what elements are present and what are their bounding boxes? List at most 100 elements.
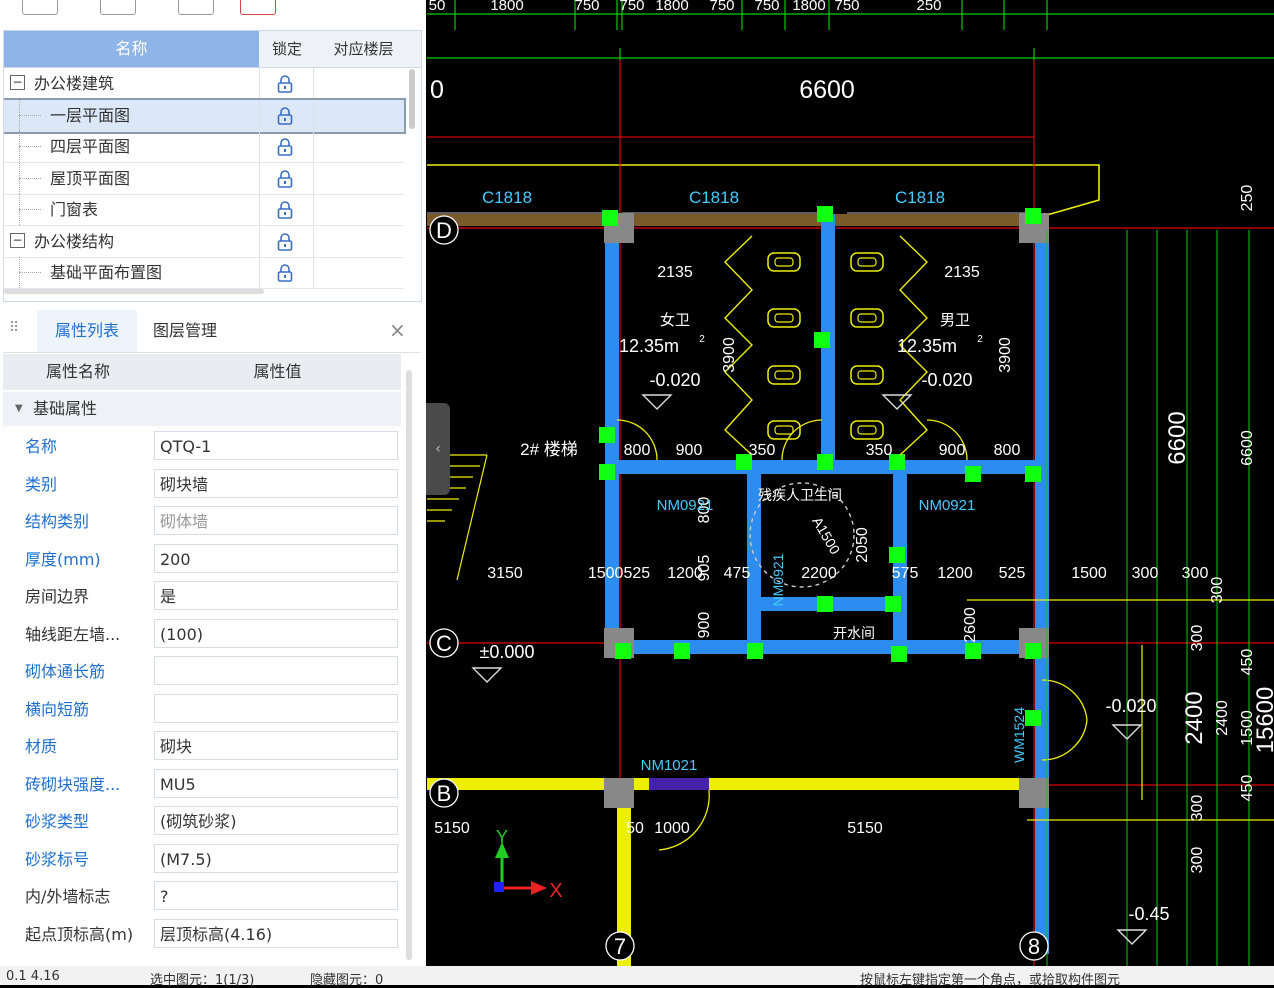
property-value[interactable]: MU5 — [154, 768, 398, 798]
col-prop-value: 属性值 — [253, 362, 302, 381]
lock-icon[interactable] — [275, 232, 295, 252]
axis-origin — [494, 882, 504, 892]
dim-label: 750 — [834, 0, 859, 14]
dim-label: 1800 — [490, 0, 523, 14]
tree-row[interactable]: − 办公楼建筑 — [4, 68, 404, 100]
tree-row-label: 四层平面图 — [50, 137, 131, 156]
dim-label: 750 — [619, 0, 644, 14]
lock-icon[interactable] — [275, 200, 295, 220]
property-value[interactable]: 砌块 — [154, 731, 398, 760]
edit-icon[interactable] — [100, 0, 136, 15]
tree-row-label: 门窗表 — [50, 200, 99, 219]
lock-icon[interactable] — [275, 263, 295, 283]
grip-point — [599, 427, 615, 443]
property-value[interactable] — [154, 693, 398, 723]
status-hidden: 隐藏图元：0 — [310, 973, 384, 988]
lock-icon[interactable] — [275, 106, 295, 126]
property-value[interactable]: ? — [154, 881, 398, 910]
property-value[interactable] — [154, 656, 398, 685]
property-value[interactable]: (砌筑砂浆) — [154, 806, 398, 835]
panel-collapse-tab[interactable]: ‹ — [426, 403, 450, 495]
close-icon[interactable]: × — [389, 318, 406, 342]
property-key: 轴线距左墙... — [25, 624, 121, 644]
tree-row-label: 基础平面布置图 — [50, 263, 163, 282]
property-value[interactable]: 层顶标高(4.16) — [154, 918, 398, 948]
col-name[interactable]: 名称 — [4, 31, 259, 67]
tab-property-list[interactable]: 属性列表 — [37, 310, 137, 352]
delete-icon[interactable] — [240, 0, 276, 15]
tree-row[interactable]: 一层平面图 — [4, 97, 406, 134]
tree-row[interactable]: 四层平面图 — [4, 131, 404, 163]
tree-hscrollbar[interactable] — [4, 289, 264, 294]
toilet-icon — [857, 257, 877, 267]
grip-point — [817, 454, 833, 470]
tab-layer-manage[interactable]: 图层管理 — [153, 310, 217, 352]
property-row: 房间边界 是 — [3, 578, 401, 615]
tree-toolbar — [0, 0, 420, 18]
axis-x-label: X — [549, 880, 562, 902]
property-value[interactable]: 是 — [154, 581, 398, 610]
grip-point — [817, 206, 833, 222]
expand-icon[interactable]: − — [10, 75, 25, 90]
dim-label: 800 — [994, 442, 1021, 459]
dim-label: 575 — [892, 565, 919, 582]
property-key: 类别 — [25, 474, 58, 494]
property-key: 房间边界 — [25, 587, 90, 606]
door-label: NM0921 — [770, 553, 786, 606]
dim-label: 300 — [1189, 847, 1206, 874]
tree-row[interactable]: 门窗表 — [4, 194, 404, 226]
property-value[interactable]: 砌体墙 — [154, 506, 398, 535]
dim-label: 50 — [429, 0, 446, 14]
group-basic[interactable]: ▼ 基础属性 — [3, 392, 401, 426]
dim-label: 300 — [1132, 565, 1159, 582]
room-label: 男卫 — [940, 312, 970, 329]
status-bar: 0.1 4.16 选中图元：1(1/3) 隐藏图元：0 按鼠标左键指定第一个角点… — [0, 966, 1274, 988]
tree-header: 名称 锁定 对应楼层 — [4, 31, 421, 68]
level-mark — [641, 394, 673, 410]
col-lock[interactable]: 锁定 — [262, 31, 312, 67]
grip-point — [1025, 643, 1041, 659]
lock-icon[interactable] — [275, 137, 295, 157]
grip-point — [599, 464, 615, 480]
property-row: 内/外墙标志? — [3, 878, 401, 915]
dim-label: 1500 — [1239, 710, 1256, 746]
dim-label: 300 — [1189, 795, 1206, 822]
tree-row-label: 办公楼建筑 — [34, 74, 115, 93]
level-mark — [471, 667, 503, 683]
status-hint: 按鼠标左键指定第一个角点，或拾取构件图元 — [860, 973, 1121, 988]
property-row: 横向短筋 — [3, 691, 401, 728]
lock-icon[interactable] — [275, 74, 295, 94]
grip-point — [891, 646, 907, 662]
dim-label: 450 — [1239, 775, 1256, 802]
property-value[interactable]: 砌块墙 — [154, 468, 398, 498]
add-drawing-icon[interactable] — [22, 0, 58, 15]
door-label: NM0921 — [919, 497, 976, 514]
col-floor[interactable]: 对应楼层 — [316, 31, 411, 67]
dim-label: 250 — [916, 0, 941, 14]
grip-point — [1025, 710, 1041, 726]
tree-row[interactable]: 基础平面布置图 — [4, 257, 404, 289]
property-value[interactable]: (100) — [154, 618, 398, 648]
dim-label: 2135 — [657, 264, 693, 281]
toilet-icon — [850, 252, 884, 272]
tree-row[interactable]: 屋顶平面图 — [4, 162, 404, 195]
property-value[interactable]: QTQ-1 — [154, 431, 398, 460]
dim-label: 300 — [1182, 565, 1209, 582]
cad-canvas[interactable]: 50 1800 750 750 1800 750 750 1800 750 25066000C18… — [427, 0, 1274, 966]
drag-handle-icon[interactable]: ⠿ — [9, 320, 19, 336]
room-area-sup: 2 — [699, 334, 705, 345]
tree-row[interactable]: − 办公楼结构 — [4, 225, 404, 258]
property-scrollbar[interactable] — [406, 370, 412, 960]
property-row: 类别 砌块墙 — [3, 466, 401, 503]
lock-icon[interactable] — [275, 169, 295, 189]
tree-scrollbar[interactable] — [409, 69, 415, 129]
dim-label: 800 — [624, 442, 651, 459]
property-value[interactable]: (M7.5) — [154, 843, 398, 873]
dim-label: 1500525 — [588, 565, 650, 582]
expand-icon[interactable]: − — [10, 232, 25, 248]
collapse-icon[interactable]: ▼ — [15, 392, 23, 426]
axis-label: B — [437, 781, 452, 806]
split-icon[interactable] — [178, 0, 214, 15]
dim-label: 2400 — [1214, 700, 1231, 736]
property-value[interactable]: 200 — [154, 543, 398, 573]
